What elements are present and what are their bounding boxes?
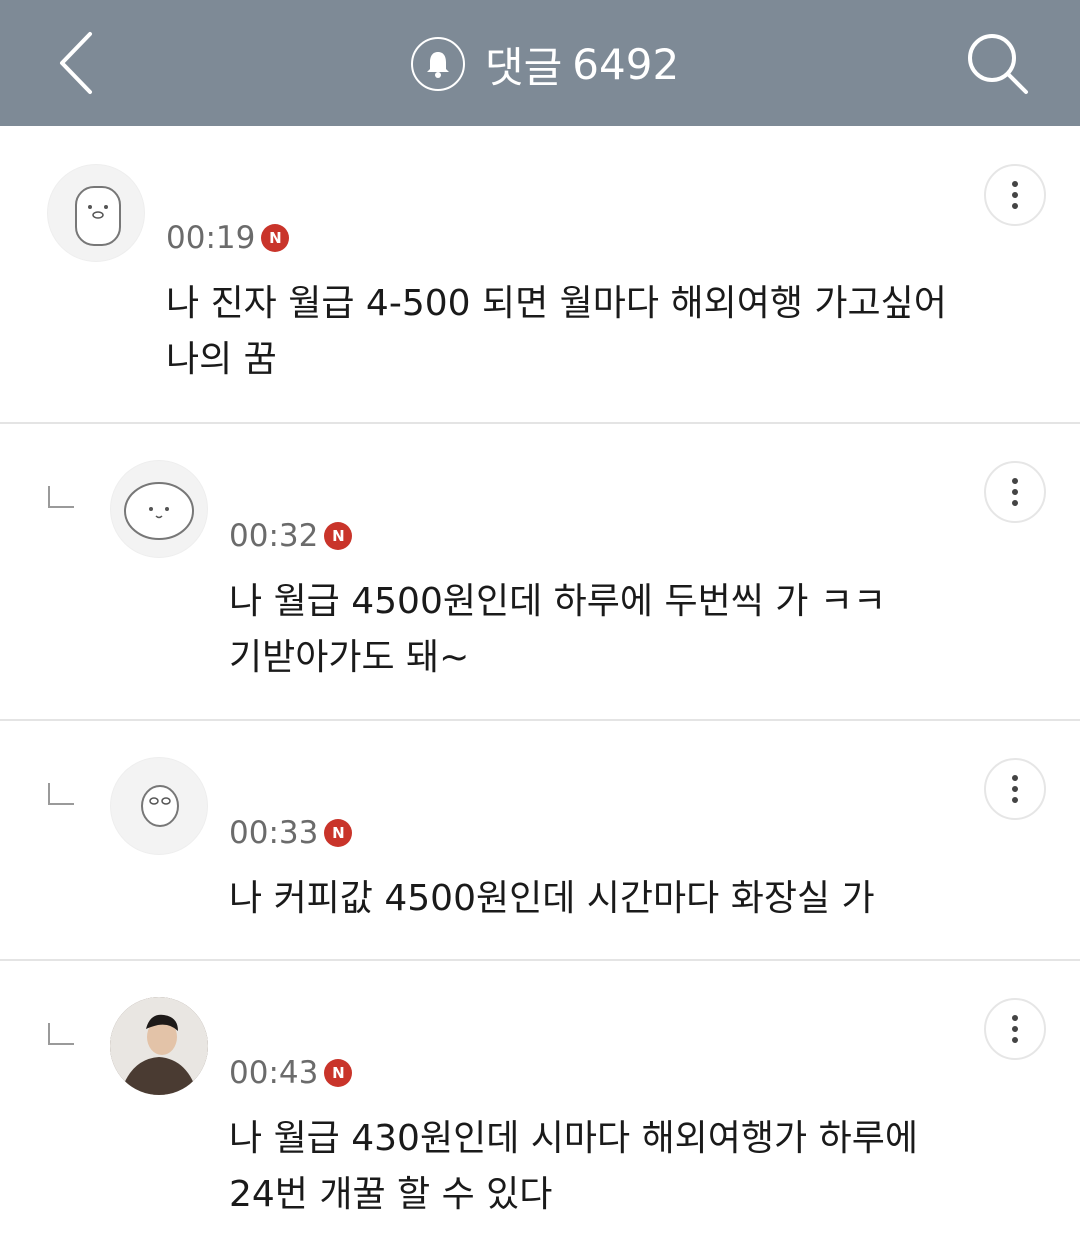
comment-text: 나 월급 430원인데 시마다 해외여행가 하루에 24번 개꿀 할 수 있다 xyxy=(229,1111,918,1223)
notification-bell-button[interactable] xyxy=(411,37,465,91)
comment-time: 00:19 xyxy=(166,220,256,256)
profile-photo-icon xyxy=(110,997,208,1095)
comment-text: 나 커피값 4500원인데 시간마다 화장실 가 xyxy=(229,871,875,927)
new-badge: N xyxy=(324,819,353,847)
more-dot-icon xyxy=(1012,775,1018,781)
comment-time: 00:32 xyxy=(229,518,319,554)
comment-text: 나 진자 월급 4-500 되면 월마다 해외여행 가고싶어 나의 꿈 xyxy=(166,276,947,388)
comment-meta: 00:33 N xyxy=(229,815,353,851)
comment-time: 00:43 xyxy=(229,1055,319,1091)
comment-count: 6492 xyxy=(572,39,680,89)
avatar[interactable] xyxy=(47,164,145,262)
comment-text: 나 월급 4500원인데 하루에 두번씩 가 ㅋㅋ 기받아가도 돼~ xyxy=(229,574,886,686)
more-options-button[interactable] xyxy=(984,461,1046,523)
comment-meta: 00:32 N xyxy=(229,518,353,554)
comment-line: 나의 꿈 xyxy=(166,339,277,380)
comment-line: 나 월급 430원인데 시마다 해외여행가 하루에 xyxy=(229,1118,918,1159)
comment-item: 00:19 N 나 진자 월급 4-500 되면 월마다 해외여행 가고싶어 나… xyxy=(0,126,1080,424)
search-button[interactable] xyxy=(964,30,1030,96)
more-dot-icon xyxy=(1012,797,1018,803)
new-badge: N xyxy=(261,224,290,252)
top-bar: 댓글 6492 xyxy=(0,0,1080,126)
comment-title: 댓글 6492 xyxy=(411,34,679,94)
new-badge: N xyxy=(324,1059,353,1087)
comment-meta: 00:19 N xyxy=(166,220,290,256)
reply-item: 00:43 N 나 월급 430원인데 시마다 해외여행가 하루에 24번 개꿀… xyxy=(0,961,1080,1259)
bell-icon xyxy=(427,52,449,78)
search-icon xyxy=(968,34,1028,94)
more-dot-icon xyxy=(1012,203,1018,209)
more-dot-icon xyxy=(1012,478,1018,484)
more-dot-icon xyxy=(1012,1037,1018,1043)
sticker-avatar-icon xyxy=(141,785,179,827)
more-dot-icon xyxy=(1012,192,1018,198)
more-options-button[interactable] xyxy=(984,998,1046,1060)
comment-meta: 00:43 N xyxy=(229,1055,353,1091)
reply-indicator-icon xyxy=(48,486,74,508)
sticker-avatar-icon xyxy=(75,186,121,246)
more-dot-icon xyxy=(1012,1015,1018,1021)
reply-indicator-icon xyxy=(48,1023,74,1045)
reply-item: 00:32 N 나 월급 4500원인데 하루에 두번씩 가 ㅋㅋ 기받아가도 … xyxy=(0,424,1080,721)
back-button[interactable] xyxy=(52,28,112,98)
more-dot-icon xyxy=(1012,1026,1018,1032)
more-dot-icon xyxy=(1012,786,1018,792)
more-dot-icon xyxy=(1012,489,1018,495)
more-dot-icon xyxy=(1012,500,1018,506)
sticker-avatar-icon xyxy=(124,482,194,540)
avatar[interactable] xyxy=(110,460,208,558)
comment-line: 나 커피값 4500원인데 시간마다 화장실 가 xyxy=(229,878,875,919)
comment-line: 나 월급 4500원인데 하루에 두번씩 가 ㅋㅋ xyxy=(229,581,887,622)
reply-indicator-icon xyxy=(48,783,74,805)
avatar[interactable] xyxy=(110,997,208,1095)
reply-item: 00:33 N 나 커피값 4500원인데 시간마다 화장실 가 xyxy=(0,721,1080,961)
comment-time: 00:33 xyxy=(229,815,319,851)
new-badge: N xyxy=(324,522,353,550)
chevron-left-icon xyxy=(60,32,92,94)
comment-line: 24번 개꿀 할 수 있다 xyxy=(229,1174,553,1215)
more-options-button[interactable] xyxy=(984,164,1046,226)
page-title: 댓글 xyxy=(485,42,563,92)
comment-line: 기받아가도 돼~ xyxy=(229,637,470,678)
more-dot-icon xyxy=(1012,181,1018,187)
comment-line: 나 진자 월급 4-500 되면 월마다 해외여행 가고싶어 xyxy=(166,283,947,324)
more-options-button[interactable] xyxy=(984,758,1046,820)
avatar[interactable] xyxy=(110,757,208,855)
